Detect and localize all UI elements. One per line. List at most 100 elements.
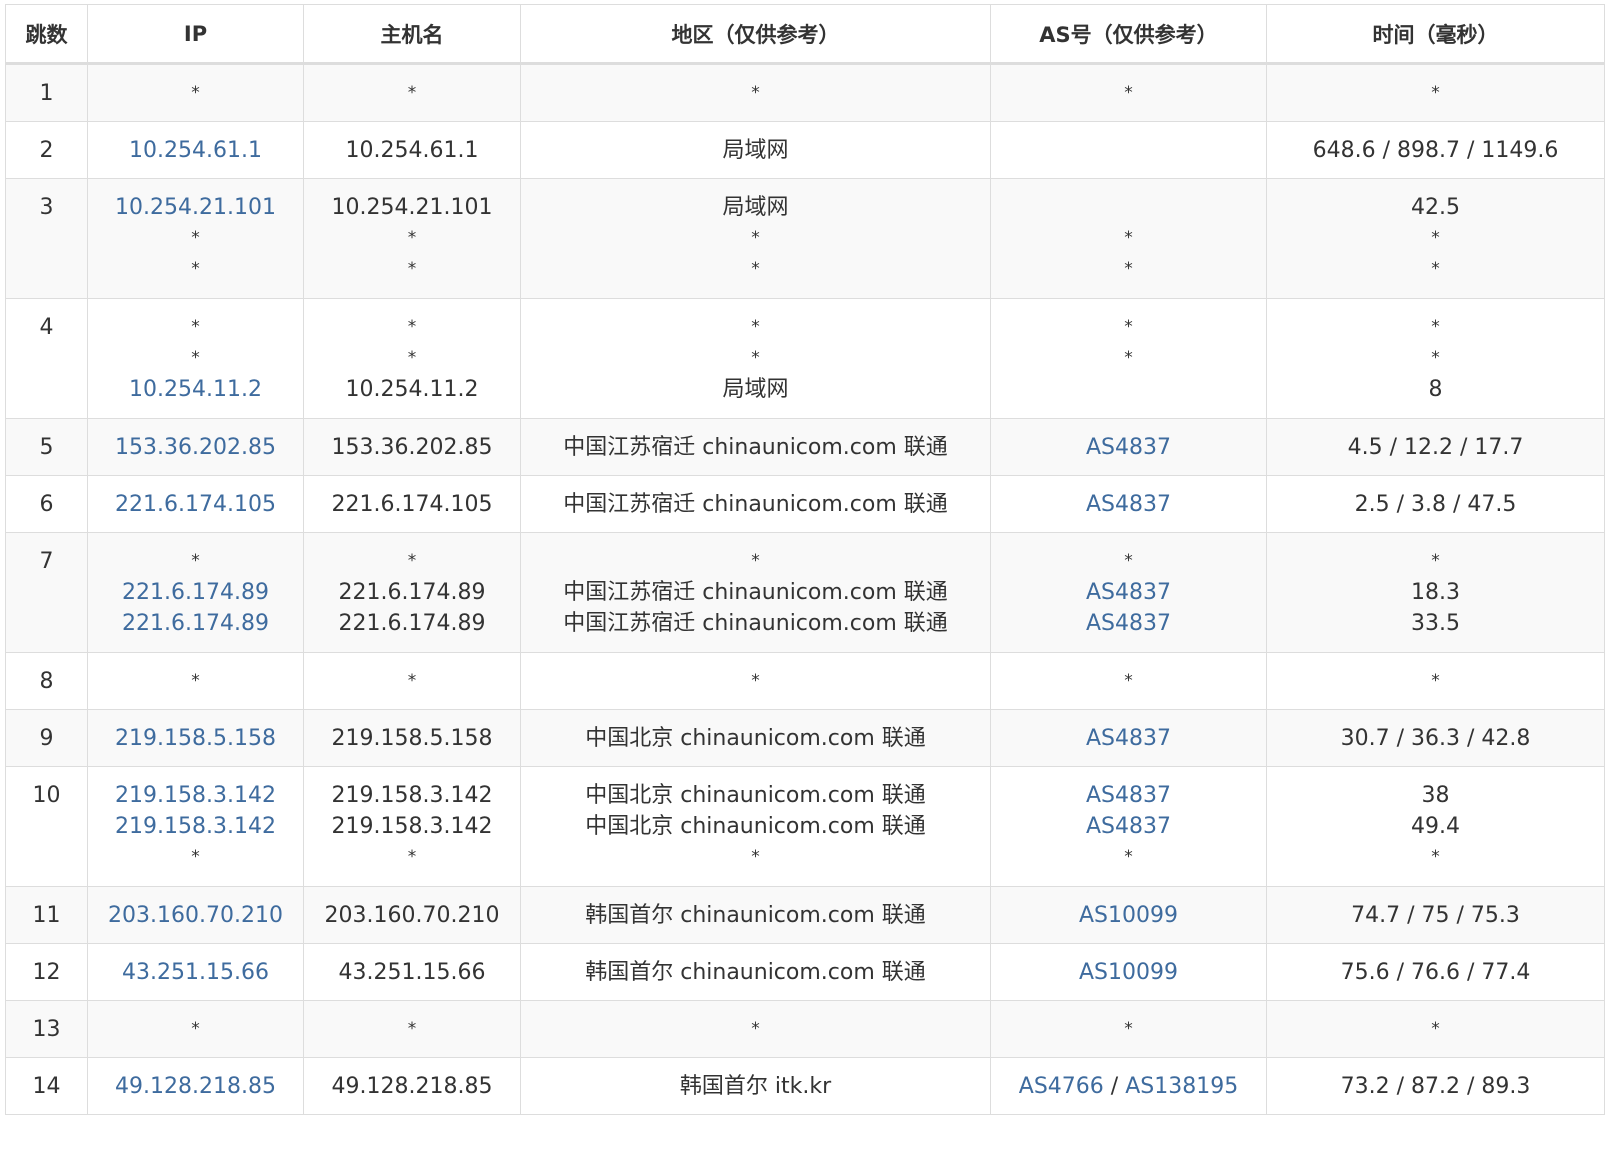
hop-cell: 8 <box>5 652 88 710</box>
time-cell: 30.7 / 36.3 / 42.8 <box>1266 709 1605 767</box>
ip-link[interactable]: 49.128.218.85 <box>92 1071 299 1102</box>
hop-cell: 2 <box>5 121 88 179</box>
region-cell: * * 局域网 <box>520 298 991 419</box>
time-text: 33.5 <box>1411 611 1460 636</box>
hostname-text: 221.6.174.105 <box>331 492 493 517</box>
as-empty-marker: * <box>1124 671 1133 691</box>
as-line: AS4837 <box>995 577 1262 608</box>
as-line: * <box>995 254 1262 285</box>
hop-number: 2 <box>39 138 54 163</box>
region-empty-marker: * <box>751 671 760 691</box>
hop-cell: 6 <box>5 475 88 533</box>
as-empty-marker: * <box>1124 83 1133 103</box>
ip-empty-marker: * <box>191 83 200 103</box>
header-region: 地区（仅供参考） <box>520 4 991 65</box>
as-link[interactable]: AS4837 <box>1086 492 1171 517</box>
region-cell: 局域网 <box>520 121 991 179</box>
ip-cell: 219.158.5.158 <box>87 709 304 767</box>
region-text: 中国江苏宿迁 chinaunicom.com 联通 <box>563 611 948 636</box>
ip-link[interactable]: 221.6.174.89 <box>92 608 299 639</box>
host-empty-marker: * <box>407 83 417 103</box>
hop-number: 7 <box>39 549 54 574</box>
ip-link[interactable]: 10.254.11.2 <box>92 374 299 405</box>
region-text: 中国北京 chinaunicom.com 联通 <box>585 726 926 751</box>
region-text: 中国江苏宿迁 chinaunicom.com 联通 <box>563 580 948 605</box>
as-line: AS4837 <box>995 432 1262 463</box>
table-row: 4 * * 10.254.11.2 * * 10.254.11.2 * * 局域网 * * * * 8 <box>5 298 1605 419</box>
region-empty-marker: * <box>751 228 760 248</box>
time-text: 42.5 <box>1411 195 1460 220</box>
as-line: * <box>995 78 1262 109</box>
hop-number: 12 <box>32 960 61 985</box>
time-empty-marker: * <box>1431 551 1440 571</box>
as-cell: AS4837 <box>990 475 1267 533</box>
ip-link[interactable]: 219.158.3.142 <box>92 811 299 842</box>
hop-number: 13 <box>32 1017 61 1042</box>
as-link[interactable]: AS10099 <box>1079 903 1178 928</box>
ip-cell: 153.36.202.85 <box>87 418 304 476</box>
as-link[interactable]: AS4837 <box>1086 726 1171 751</box>
as-line <box>995 374 1262 405</box>
ip-empty-marker: * <box>191 259 200 279</box>
region-empty-marker: * <box>751 348 760 368</box>
as-link[interactable]: AS4766 <box>1019 1074 1104 1099</box>
hostname-text: 153.36.202.85 <box>331 435 493 460</box>
hostname-text: 219.158.5.158 <box>331 726 493 751</box>
time-cell: 648.6 / 898.7 / 1149.6 <box>1266 121 1605 179</box>
header-hop: 跳数 <box>5 4 88 65</box>
as-line: AS4837 <box>995 723 1262 754</box>
time-cell: 38 49.4 * <box>1266 766 1605 887</box>
ip-link[interactable]: 10.254.21.101 <box>92 192 299 223</box>
time-cell: 74.7 / 75 / 75.3 <box>1266 886 1605 944</box>
ip-cell: 203.160.70.210 <box>87 886 304 944</box>
ip-link[interactable]: 203.160.70.210 <box>92 900 299 931</box>
as-link[interactable]: AS10099 <box>1079 960 1178 985</box>
ip-cell: * <box>87 63 304 122</box>
ip-link[interactable]: 43.251.15.66 <box>92 957 299 988</box>
as-line: AS10099 <box>995 900 1262 931</box>
ip-link[interactable]: 221.6.174.105 <box>92 489 299 520</box>
as-link[interactable]: AS138195 <box>1125 1074 1238 1099</box>
hostname-cell: 219.158.3.142 219.158.3.142 * <box>303 766 521 887</box>
ip-link[interactable]: 219.158.3.142 <box>92 780 299 811</box>
hop-number: 1 <box>39 81 54 106</box>
time-empty-marker: * <box>1431 317 1440 337</box>
hostname-text: 221.6.174.89 <box>338 611 486 636</box>
as-line: * <box>995 223 1262 254</box>
as-line: AS4837 <box>995 811 1262 842</box>
ip-link[interactable]: 10.254.61.1 <box>92 135 299 166</box>
hostname-cell: 219.158.5.158 <box>303 709 521 767</box>
as-link[interactable]: AS4837 <box>1086 783 1171 808</box>
ip-empty-marker: * <box>191 551 200 571</box>
time-cell: * <box>1266 1000 1605 1058</box>
as-empty-marker: * <box>1124 348 1133 368</box>
hop-number: 4 <box>39 315 54 340</box>
hostname-cell: 10.254.21.101 * * <box>303 178 521 299</box>
table-row: 7 * 221.6.174.89 221.6.174.89 * 221.6.174.89 2… <box>5 532 1605 653</box>
ip-link[interactable]: 153.36.202.85 <box>92 432 299 463</box>
time-text: 38 <box>1421 783 1450 808</box>
time-empty-marker: * <box>1431 348 1440 368</box>
region-text: 韩国首尔 itk.kr <box>679 1074 832 1099</box>
as-link[interactable]: AS4837 <box>1086 611 1171 636</box>
time-empty-marker: * <box>1431 83 1440 103</box>
hostname-text: 49.128.218.85 <box>331 1074 493 1099</box>
region-text: 局域网 <box>722 138 789 163</box>
as-line: * <box>995 546 1262 577</box>
time-cell: 73.2 / 87.2 / 89.3 <box>1266 1057 1605 1115</box>
time-text: 8 <box>1428 377 1443 402</box>
as-link[interactable]: AS4837 <box>1086 814 1171 839</box>
table-row: 1 * * * * * <box>5 63 1605 122</box>
hostname-cell: 221.6.174.105 <box>303 475 521 533</box>
hostname-text: 219.158.3.142 <box>331 783 493 808</box>
region-text: 中国北京 chinaunicom.com 联通 <box>585 814 926 839</box>
time-text: 74.7 / 75 / 75.3 <box>1351 903 1520 928</box>
ip-link[interactable]: 219.158.5.158 <box>92 723 299 754</box>
hostname-text: 10.254.21.101 <box>331 195 493 220</box>
table-row: 6 221.6.174.105 221.6.174.105 中国江苏宿迁 chinau… <box>5 475 1605 533</box>
ip-link[interactable]: 221.6.174.89 <box>92 577 299 608</box>
ip-cell: 43.251.15.66 <box>87 943 304 1001</box>
as-link[interactable]: AS4837 <box>1086 580 1171 605</box>
hostname-cell: 49.128.218.85 <box>303 1057 521 1115</box>
as-link[interactable]: AS4837 <box>1086 435 1171 460</box>
